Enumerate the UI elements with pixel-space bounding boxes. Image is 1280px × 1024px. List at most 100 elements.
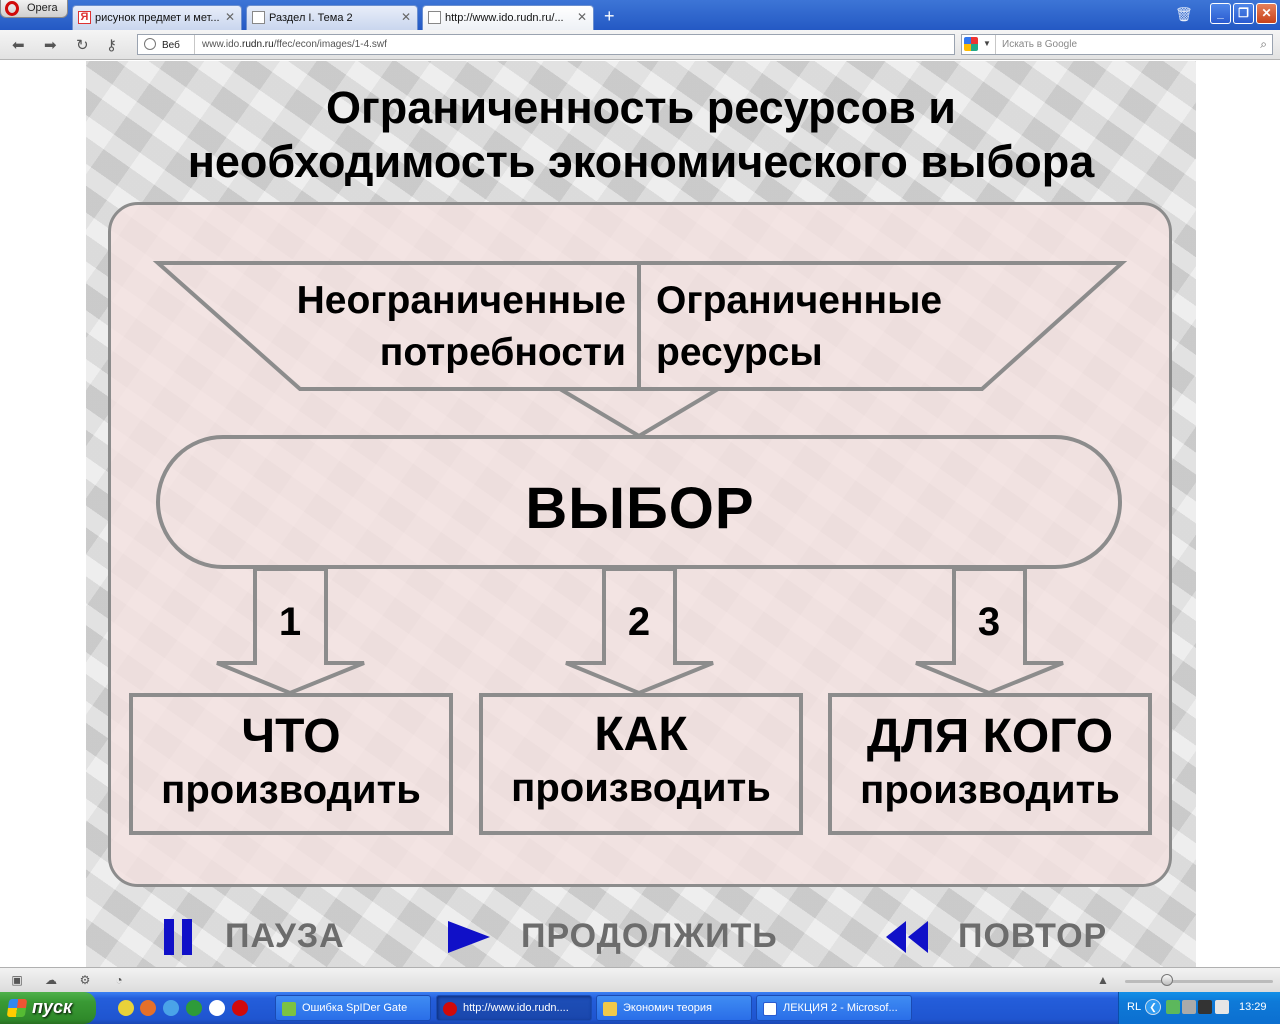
resources-line-2: ресурсы bbox=[656, 331, 823, 374]
browser-tab-bar: Opera Я рисунок предмет и мет... ✕ Разде… bbox=[0, 0, 1280, 30]
back-arrow-icon[interactable]: ⬅ bbox=[12, 36, 25, 54]
step-number-3: 3 bbox=[977, 600, 1001, 644]
navigation-bar: ⬅ ➡ ↻ ⚷ Веб www.ido.rudn.ru/ffec/econ/im… bbox=[0, 30, 1280, 60]
taskbar-item-folder[interactable]: Экономич теория bbox=[596, 995, 752, 1021]
key-icon[interactable]: ⚷ bbox=[106, 36, 117, 54]
chevron-up-icon[interactable]: ▲ bbox=[1096, 973, 1110, 987]
cloud-icon[interactable]: ☁ bbox=[44, 973, 58, 987]
tab-title: Раздел I. Тема 2 bbox=[269, 12, 353, 24]
close-tab-icon[interactable]: ✕ bbox=[577, 10, 587, 24]
restore-button[interactable]: ❐ bbox=[1233, 3, 1254, 24]
folder-icon bbox=[603, 1002, 617, 1016]
chrome-icon[interactable] bbox=[209, 1000, 225, 1016]
speed-dial-icon[interactable]: ◔ bbox=[112, 973, 126, 987]
step-number-1: 1 bbox=[278, 600, 302, 644]
page-favicon-icon bbox=[428, 11, 441, 24]
question-how: КАК производить bbox=[480, 707, 802, 813]
tab-section-topic[interactable]: Раздел I. Тема 2 ✕ bbox=[246, 5, 418, 30]
system-tray: RL ❮ 13:29 bbox=[1118, 992, 1280, 1024]
windows-taskbar: пуск Ошибка SpIDer Gate http://www.ido.r… bbox=[0, 992, 1280, 1024]
task-title: Ошибка SpIDer Gate bbox=[302, 1002, 408, 1014]
play-icon[interactable] bbox=[446, 911, 492, 961]
search-field[interactable]: ▼ Искать в Google ⌕ bbox=[961, 34, 1273, 55]
page-viewport: Ограниченность ресурсов и необходимость … bbox=[0, 61, 1280, 967]
firefox-icon[interactable] bbox=[140, 1000, 156, 1016]
tab-search-results[interactable]: Я рисунок предмет и мет... ✕ bbox=[72, 5, 242, 30]
opera-icon bbox=[443, 1002, 457, 1016]
reload-icon[interactable]: ↻ bbox=[76, 36, 89, 54]
chevron-down-icon[interactable]: ▼ bbox=[983, 39, 991, 48]
taskbar-item-spider-gate[interactable]: Ошибка SpIDer Gate bbox=[275, 995, 431, 1021]
address-url[interactable]: www.ido.rudn.ru/ffec/econ/images/1-4.swf bbox=[202, 39, 387, 50]
taskbar-item-word[interactable]: ЛЕКЦИЯ 2 - Microsof... bbox=[756, 995, 912, 1021]
network-icon[interactable] bbox=[1166, 1000, 1180, 1014]
minimize-button[interactable]: _ bbox=[1210, 3, 1231, 24]
unite-icon[interactable]: ⚙ bbox=[78, 973, 92, 987]
browser-status-bar: ▣ ☁ ⚙ ◔ ▲ bbox=[0, 967, 1280, 992]
close-tab-icon[interactable]: ✕ bbox=[225, 10, 235, 24]
forward-arrow-icon[interactable]: ➡ bbox=[44, 36, 57, 54]
search-icon[interactable]: ⌕ bbox=[1260, 37, 1267, 52]
opera-icon[interactable] bbox=[232, 1000, 248, 1016]
spider-gate-icon bbox=[282, 1002, 296, 1016]
monitor-icon[interactable] bbox=[1215, 1000, 1229, 1014]
task-title: Экономич теория bbox=[623, 1002, 713, 1014]
internet-explorer-icon[interactable] bbox=[163, 1000, 179, 1016]
replay-button[interactable]: ПОВТОР bbox=[958, 916, 1107, 956]
language-indicator[interactable]: RL bbox=[1127, 1001, 1141, 1013]
taskbar-item-opera[interactable]: http://www.ido.rudn.... bbox=[436, 995, 592, 1021]
question-what: ЧТО производить bbox=[130, 709, 452, 815]
opera-logo-icon bbox=[5, 1, 19, 16]
globe-icon bbox=[144, 38, 156, 50]
page-favicon-icon bbox=[252, 11, 265, 24]
clock[interactable]: 13:29 bbox=[1239, 1001, 1267, 1013]
tray-expand-icon[interactable]: ❮ bbox=[1145, 999, 1161, 1015]
panel-toggle-icon[interactable]: ▣ bbox=[10, 973, 24, 987]
tab-current-page[interactable]: http://www.ido.rudn.ru/... ✕ bbox=[422, 5, 594, 30]
limited-resources-label: Ограниченные ресурсы bbox=[656, 275, 1076, 379]
address-scope-label: Веб bbox=[162, 40, 180, 51]
rewind-icon[interactable] bbox=[884, 911, 930, 961]
flash-slide: Ограниченность ресурсов и необходимость … bbox=[86, 61, 1196, 967]
choice-label: ВЫБОР bbox=[525, 476, 755, 541]
url-domain: rudn.ru bbox=[242, 39, 274, 50]
address-field[interactable]: Веб www.ido.rudn.ru/ffec/econ/images/1-4… bbox=[137, 34, 955, 55]
close-tab-icon[interactable]: ✕ bbox=[401, 10, 411, 24]
resources-line-1: Ограниченные bbox=[656, 279, 943, 322]
pause-button[interactable]: ПАУЗА bbox=[225, 916, 345, 956]
address-scope[interactable]: Веб bbox=[144, 38, 180, 51]
question-how-main: КАК bbox=[594, 708, 688, 761]
volume-icon[interactable] bbox=[1182, 1000, 1196, 1014]
needs-line-2: потребности bbox=[379, 331, 626, 374]
task-title: http://www.ido.rudn.... bbox=[463, 1002, 569, 1014]
tab-title: http://www.ido.rudn.ru/... bbox=[445, 12, 564, 24]
url-suffix: /ffec/econ/images/1-4.swf bbox=[273, 39, 387, 50]
word-document-icon bbox=[763, 1002, 777, 1016]
question-for-whom-main: ДЛЯ КОГО bbox=[866, 710, 1114, 763]
step-number-2: 2 bbox=[627, 600, 651, 644]
zoom-slider-track[interactable] bbox=[1125, 980, 1273, 983]
zoom-slider-handle[interactable] bbox=[1161, 974, 1173, 986]
search-placeholder: Искать в Google bbox=[1002, 39, 1078, 50]
url-prefix: www.ido. bbox=[202, 39, 243, 50]
funnel-spout bbox=[558, 387, 720, 439]
close-window-button[interactable]: ✕ bbox=[1256, 3, 1277, 24]
question-what-sub: производить bbox=[161, 768, 421, 812]
address-divider bbox=[194, 35, 195, 54]
unlimited-needs-label: Неограниченные потребности bbox=[246, 275, 626, 379]
google-icon[interactable] bbox=[964, 37, 978, 51]
trash-icon[interactable]: 🗑 bbox=[1175, 6, 1193, 22]
quicklaunch-app-icon[interactable] bbox=[118, 1000, 134, 1016]
new-tab-plus-icon[interactable]: + bbox=[604, 7, 615, 25]
needs-line-1: Неограниченные bbox=[296, 279, 626, 322]
media-player-icon[interactable] bbox=[186, 1000, 202, 1016]
pause-icon[interactable] bbox=[162, 911, 196, 961]
continue-button[interactable]: ПРОДОЛЖИТЬ bbox=[521, 916, 778, 956]
antivirus-icon[interactable] bbox=[1198, 1000, 1212, 1014]
yandex-favicon-icon: Я bbox=[78, 11, 91, 24]
windows-flag-icon bbox=[6, 999, 28, 1017]
question-how-sub: производить bbox=[511, 766, 771, 810]
question-for-whom: ДЛЯ КОГО производить bbox=[829, 709, 1151, 815]
opera-menu-button[interactable]: Opera bbox=[0, 0, 68, 18]
start-button[interactable]: пуск bbox=[0, 992, 96, 1024]
